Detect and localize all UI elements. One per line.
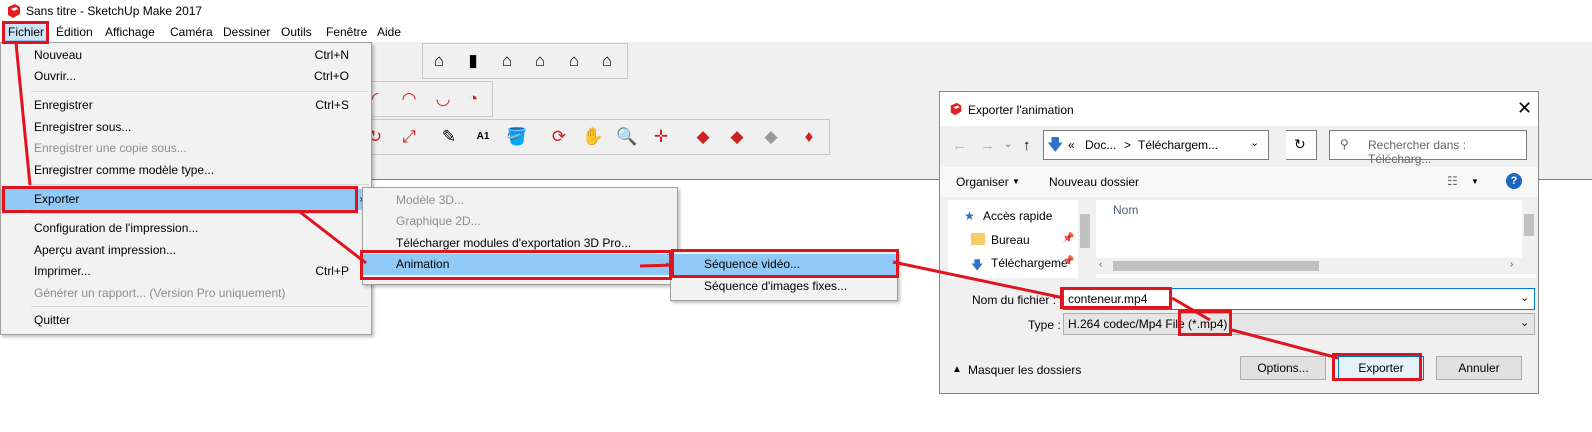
annotation-line-type-export — [1231, 328, 1339, 360]
annotation-line-fichier-exporter — [14, 42, 32, 186]
highlight-export-button — [1332, 353, 1422, 381]
highlight-exporter — [2, 186, 358, 213]
highlight-fichier — [2, 21, 49, 44]
highlight-type-mp4 — [1178, 310, 1232, 336]
highlight-sequence-video — [671, 249, 899, 278]
highlight-animation — [360, 250, 672, 280]
annotation-line-video-filename — [892, 260, 1065, 300]
annotation-line-exporter-animation — [299, 210, 367, 265]
highlight-filename — [1060, 287, 1172, 309]
